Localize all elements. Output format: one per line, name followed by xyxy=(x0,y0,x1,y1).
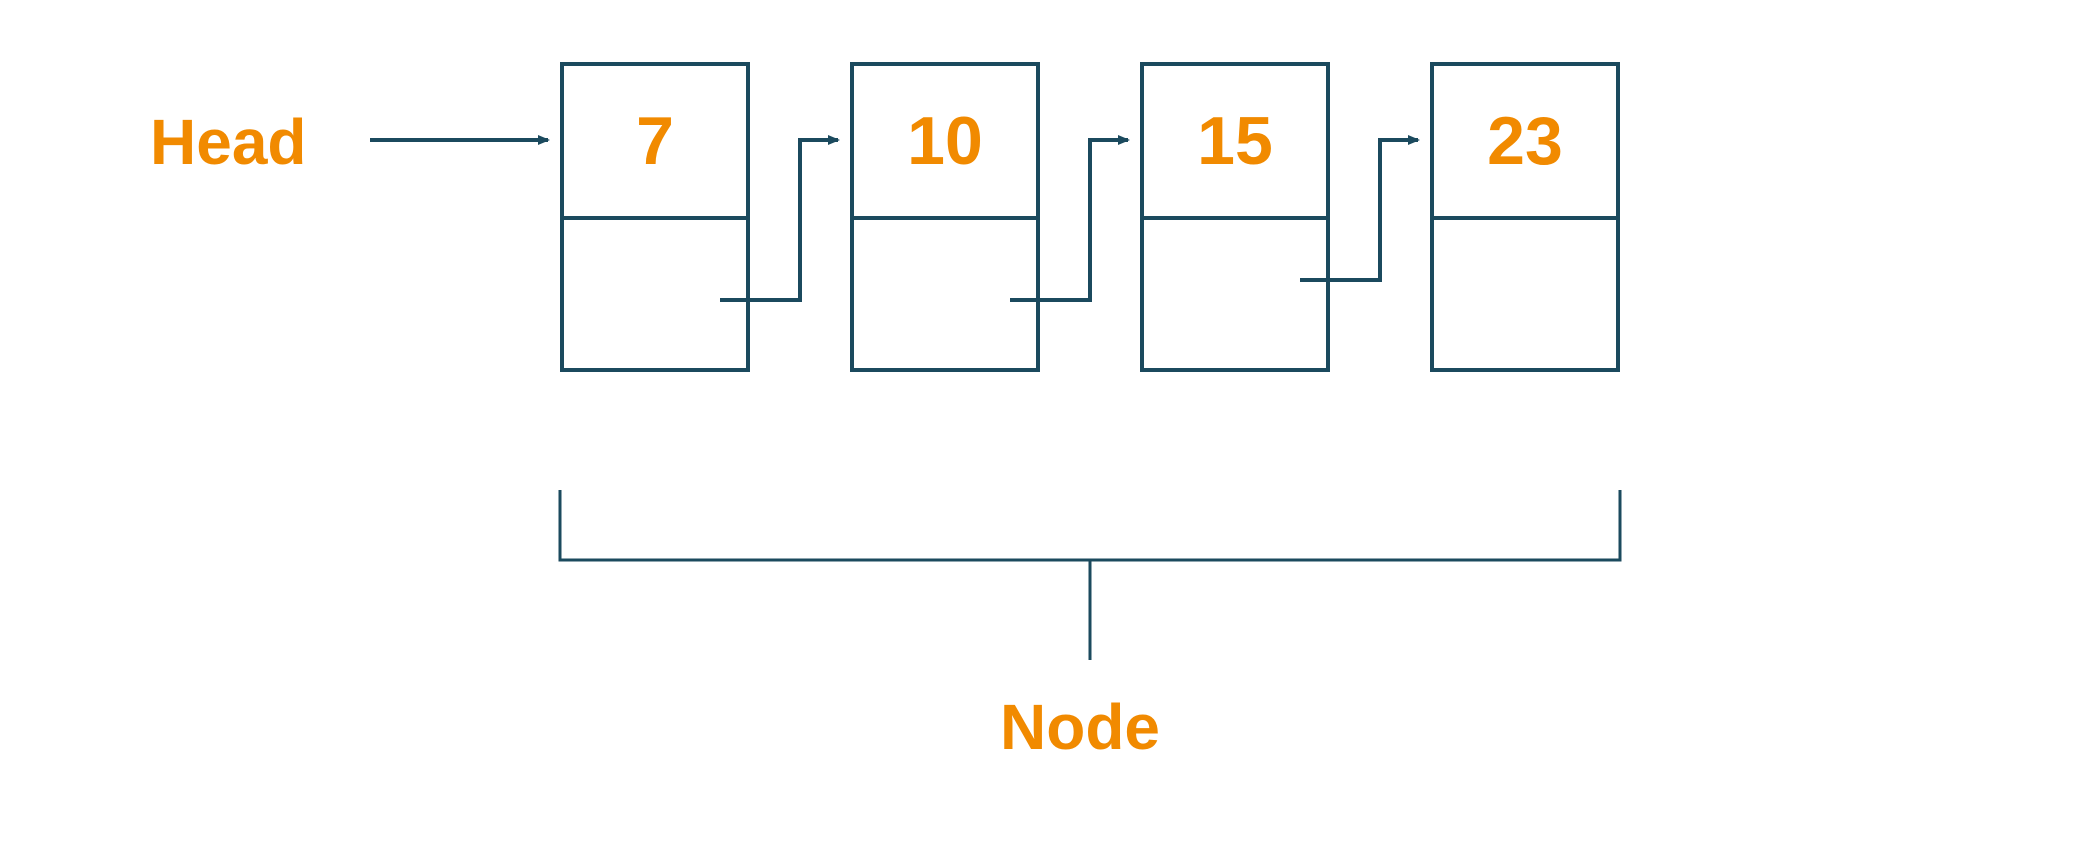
node-2: 15 xyxy=(1140,62,1330,372)
node-3-value: 23 xyxy=(1434,66,1616,216)
head-label: Head xyxy=(150,105,307,179)
node-1: 10 xyxy=(850,62,1040,372)
linked-list-diagram: Head 7 10 15 23 Node xyxy=(0,0,2100,842)
node-3: 23 xyxy=(1430,62,1620,372)
node-3-divider xyxy=(1434,216,1616,220)
node-0: 7 xyxy=(560,62,750,372)
node-1-value: 10 xyxy=(854,66,1036,216)
node-bracket xyxy=(560,490,1620,560)
node-0-value: 7 xyxy=(564,66,746,216)
node-2-divider xyxy=(1144,216,1326,220)
node-0-divider xyxy=(564,216,746,220)
node-1-divider xyxy=(854,216,1036,220)
node-group-label: Node xyxy=(1000,690,1160,764)
node-2-value: 15 xyxy=(1144,66,1326,216)
